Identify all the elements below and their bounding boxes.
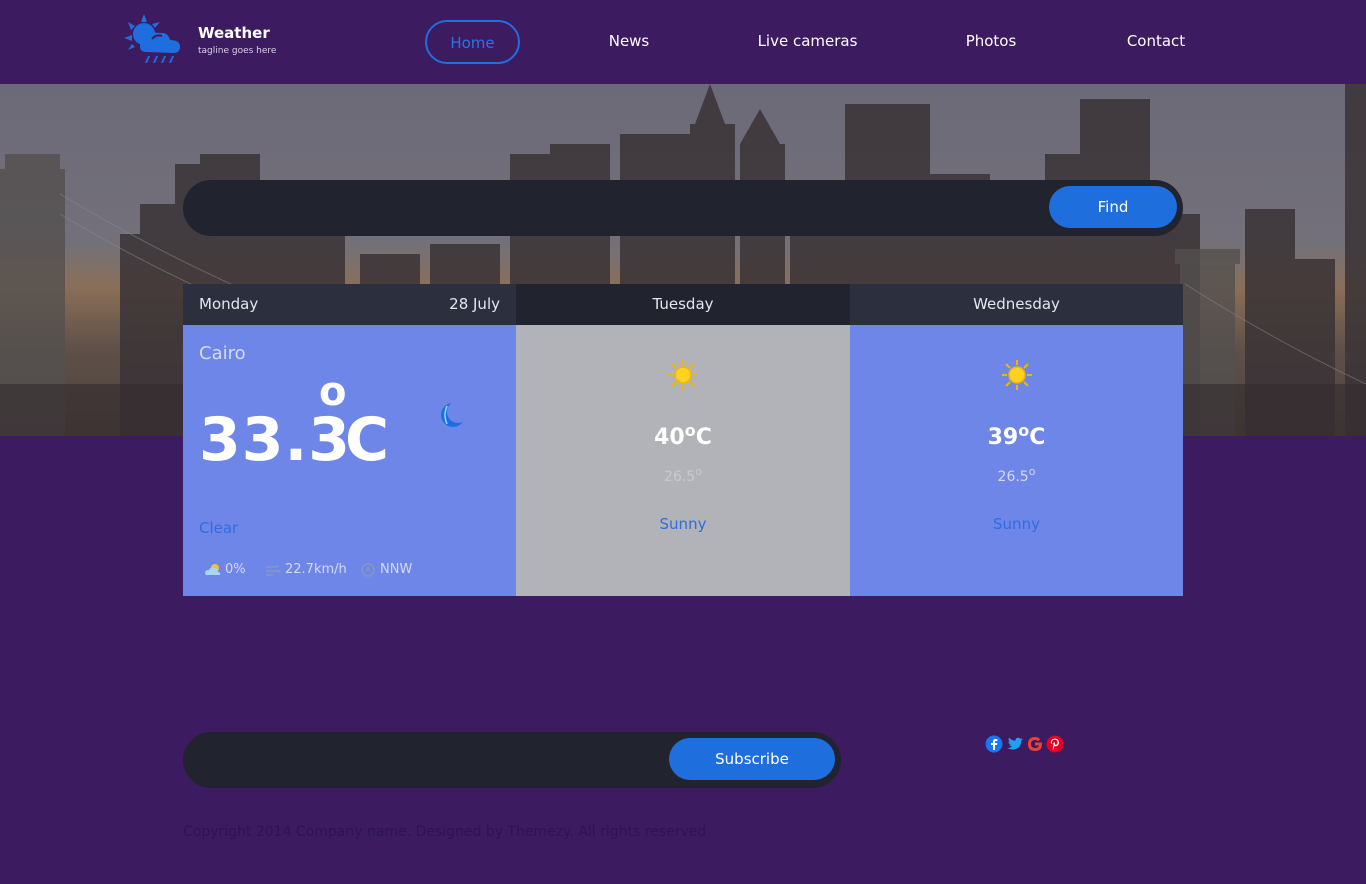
wind-direction-stat: NNW	[360, 561, 440, 579]
today-day-name: Monday	[199, 295, 259, 313]
precipitation-value: 0%	[225, 562, 246, 577]
site-header: Weather tagline goes here Home News Live…	[0, 0, 1366, 84]
copyright-text: Copyright 2014 Company name. Designed by…	[183, 824, 707, 840]
subscribe-email-input[interactable]	[203, 742, 663, 778]
social-links	[985, 735, 1075, 753]
current-condition: Clear	[199, 519, 239, 537]
current-temperature: 33.3	[199, 405, 352, 475]
pinterest-icon[interactable]	[1046, 735, 1064, 753]
main-nav: Home News Live cameras Photos Contact	[0, 20, 1366, 64]
forecast-today: Monday 28 July Cairo 33.3 o C Clear 0% 2…	[183, 284, 516, 596]
sun-icon	[1002, 360, 1032, 390]
forecast-panel: Monday 28 July Cairo 33.3 o C Clear 0% 2…	[183, 284, 1183, 596]
temperature-unit: C	[345, 405, 390, 475]
nav-news[interactable]: News	[589, 20, 669, 64]
forecast-day-header: Tuesday	[516, 284, 850, 325]
wind-icon	[266, 564, 281, 576]
day-condition: Sunny	[993, 515, 1040, 533]
city-name: Cairo	[199, 343, 246, 364]
forecast-today-body: Cairo 33.3 o C Clear 0% 22.7km/h NNW	[183, 325, 516, 596]
subscribe-button[interactable]: Subscribe	[669, 738, 835, 780]
forecast-day-wednesday: Wednesday 39oC 26.5o Sunny	[850, 284, 1183, 596]
subscribe-form: Subscribe	[183, 732, 841, 788]
precipitation-stat: 0%	[205, 561, 265, 579]
current-stats: 0% 22.7km/h NNW	[205, 561, 505, 579]
compass-icon	[361, 563, 375, 577]
search-input[interactable]	[203, 190, 1043, 226]
nav-live-cameras[interactable]: Live cameras	[750, 20, 865, 64]
max-temperature: 39oC	[987, 421, 1046, 450]
facebook-icon[interactable]	[985, 735, 1003, 753]
forecast-day-header: Wednesday	[850, 284, 1183, 325]
twitter-icon[interactable]	[1006, 735, 1024, 753]
min-temperature: 26.5o	[997, 465, 1036, 485]
nav-photos[interactable]: Photos	[951, 20, 1031, 64]
forecast-day-body: 40oC 26.5o Sunny	[516, 325, 850, 596]
sun-icon	[668, 360, 698, 390]
find-button[interactable]: Find	[1049, 186, 1177, 228]
forecast-day-tuesday: Tuesday 40oC 26.5o Sunny	[516, 284, 850, 596]
google-icon[interactable]	[1026, 735, 1044, 753]
wind-speed-stat: 22.7km/h	[265, 561, 365, 579]
rain-cloud-icon	[205, 564, 221, 575]
moon-icon	[441, 401, 467, 427]
nav-contact[interactable]: Contact	[1116, 20, 1196, 64]
wind-direction-value: NNW	[380, 562, 413, 577]
day-condition: Sunny	[659, 515, 707, 533]
forecast-today-header: Monday 28 July	[183, 284, 516, 325]
degree-symbol: o	[319, 369, 347, 415]
nav-home[interactable]: Home	[425, 20, 520, 64]
forecast-day-body: 39oC 26.5o Sunny	[850, 325, 1183, 596]
max-temperature: 40oC	[654, 421, 712, 450]
min-temperature: 26.5o	[664, 465, 702, 485]
search-bar: Find	[183, 180, 1183, 236]
today-date: 28 July	[449, 295, 500, 313]
wind-speed-value: 22.7km/h	[285, 562, 347, 577]
